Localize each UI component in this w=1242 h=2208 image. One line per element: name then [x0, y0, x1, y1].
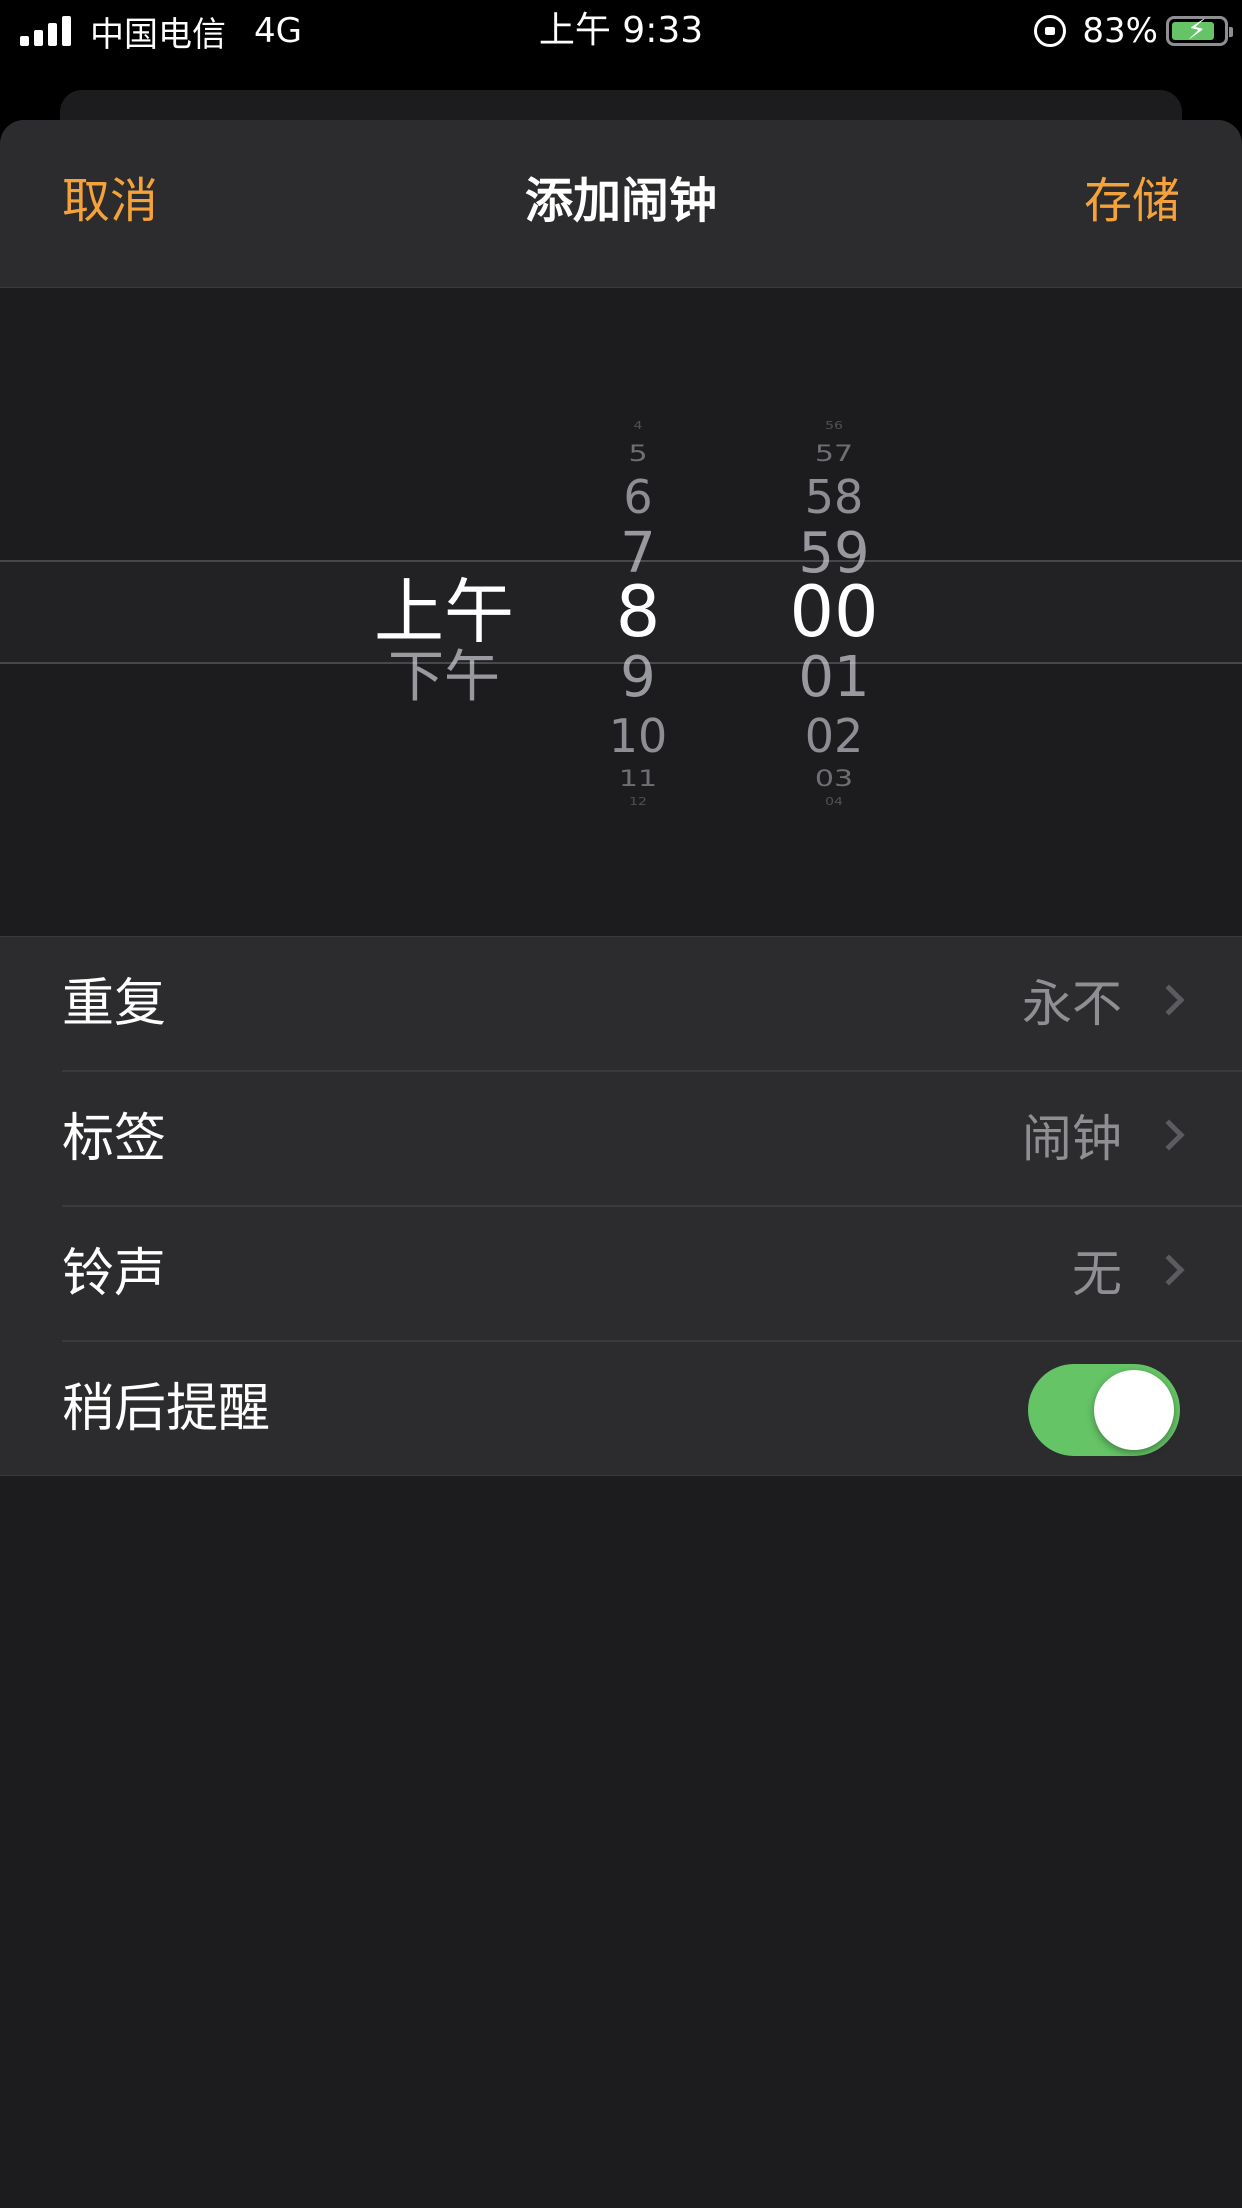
hour-option[interactable]: 11 — [538, 767, 738, 791]
add-alarm-sheet: 取消 添加闹钟 存储 上午 下午 4 5 6 7 8 9 10 11 12 56 57 58 59 00 0… — [0, 120, 1242, 2208]
hour-option[interactable]: 10 — [538, 713, 738, 759]
page-title: 添加闹钟 — [524, 173, 717, 229]
snooze-row: 稍后提醒 — [0, 1342, 1242, 1477]
minute-option[interactable]: 56 — [734, 421, 934, 432]
repeat-value: 永不 — [1022, 975, 1122, 1033]
sound-row[interactable]: 铃声 无 — [0, 1207, 1242, 1342]
hour-option[interactable]: 6 — [538, 474, 738, 520]
repeat-row[interactable]: 重复 永不 — [0, 937, 1242, 1072]
minute-option[interactable]: 58 — [734, 474, 934, 520]
status-bar: 中国电信 4G 上午 9:33 83% ⚡ — [0, 0, 1242, 62]
chevron-right-icon — [1153, 1119, 1185, 1151]
minute-selected[interactable]: 00 — [734, 577, 934, 647]
label-label: 标签 — [62, 1109, 167, 1169]
label-value: 闹钟 — [1022, 1110, 1122, 1168]
hour-selected[interactable]: 8 — [538, 577, 738, 647]
battery-charging-icon: ⚡ — [1166, 15, 1233, 46]
hour-option[interactable]: 4 — [538, 421, 738, 432]
status-right: 83% ⚡ — [1034, 8, 1233, 54]
alarm-settings-list: 重复 永不 标签 闹钟 铃声 无 稍后提醒 — [0, 936, 1242, 1476]
snooze-toggle[interactable] — [1028, 1364, 1180, 1456]
sound-value: 无 — [1072, 1245, 1122, 1303]
period-selected[interactable]: 上午 — [344, 577, 544, 647]
nav-bar: 取消 添加闹钟 存储 — [0, 120, 1242, 288]
repeat-label: 重复 — [62, 974, 167, 1034]
chevron-right-icon — [1153, 1254, 1185, 1286]
toggle-knob — [1094, 1370, 1174, 1450]
hour-option[interactable]: 12 — [538, 797, 738, 808]
minute-option[interactable]: 57 — [734, 442, 934, 466]
minute-option[interactable]: 02 — [734, 713, 934, 759]
minute-option[interactable]: 04 — [734, 797, 934, 808]
snooze-label: 稍后提醒 — [62, 1379, 271, 1439]
time-picker[interactable]: 上午 下午 4 5 6 7 8 9 10 11 12 56 57 58 59 00 01 02 03 04 — [0, 288, 1242, 936]
minute-option[interactable]: 03 — [734, 767, 934, 791]
hour-option[interactable]: 9 — [538, 650, 738, 706]
rotation-lock-icon — [1034, 15, 1067, 47]
battery-percent: 83% — [1082, 11, 1158, 51]
minute-option[interactable]: 01 — [734, 650, 934, 706]
hour-option[interactable]: 5 — [538, 442, 738, 466]
sound-label: 铃声 — [62, 1244, 167, 1304]
label-row[interactable]: 标签 闹钟 — [0, 1072, 1242, 1207]
save-button[interactable]: 存储 — [1084, 168, 1180, 234]
chevron-right-icon — [1153, 984, 1185, 1016]
period-option[interactable]: 下午 — [344, 650, 544, 706]
